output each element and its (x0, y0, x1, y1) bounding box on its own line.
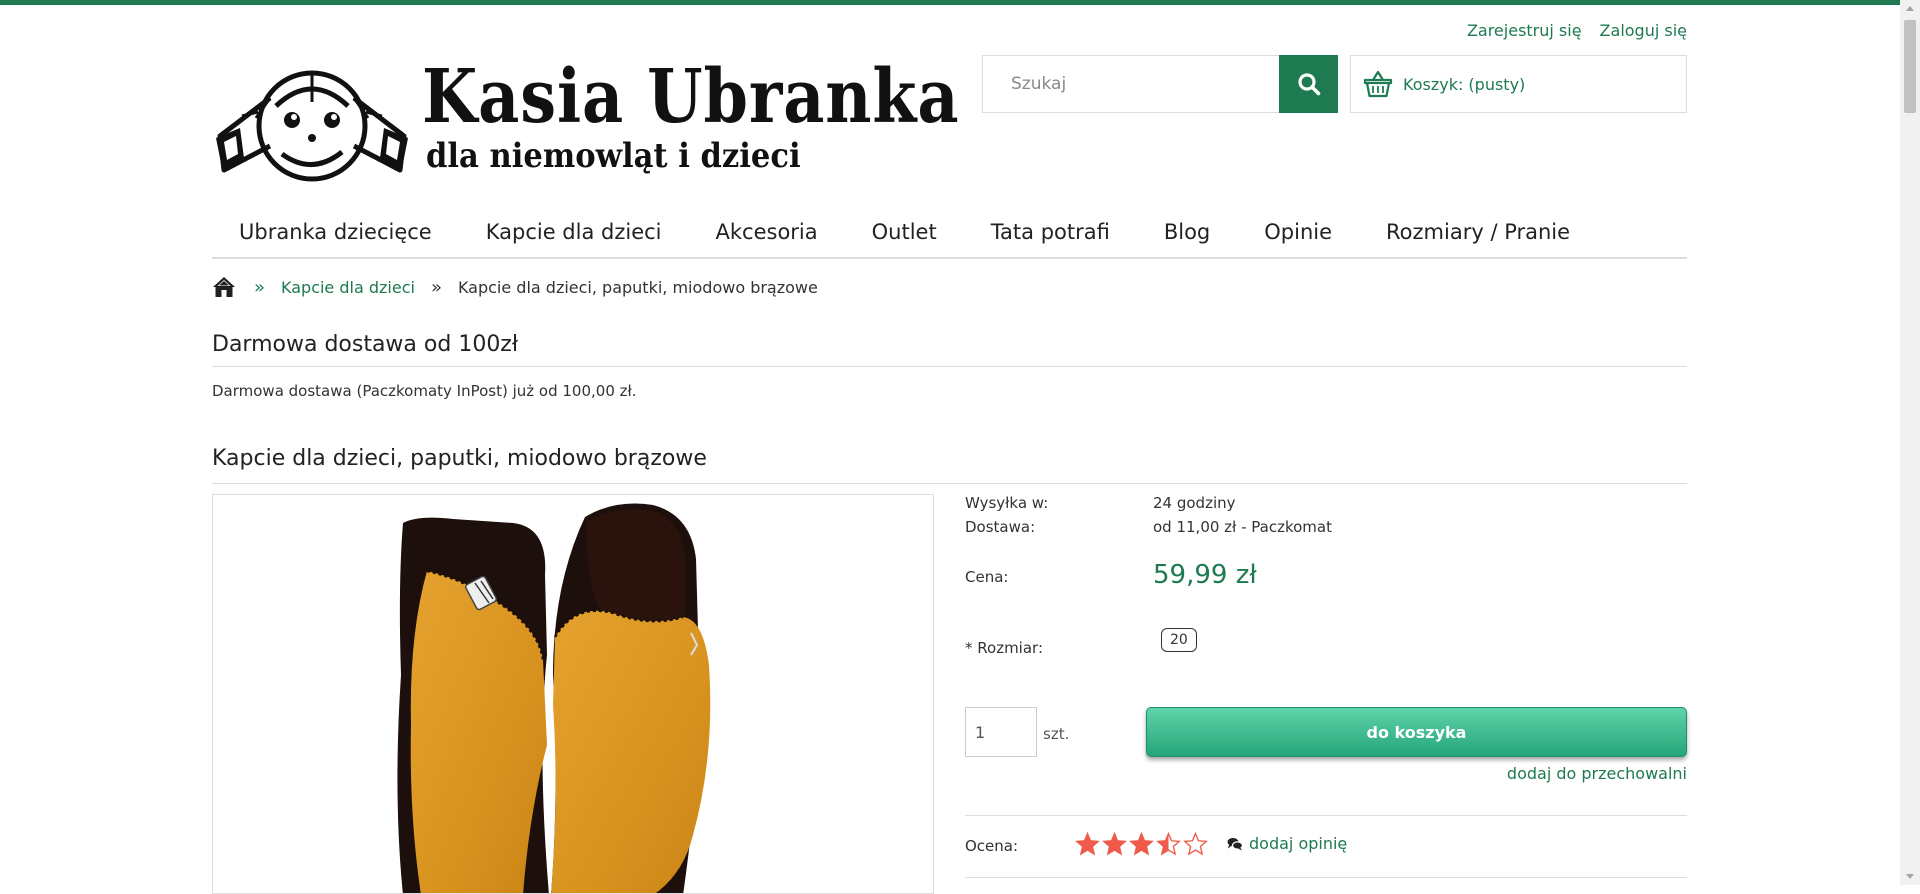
star-icon[interactable] (1129, 832, 1154, 856)
free-shipping-text: Darmowa dostawa (Paczkomaty InPost) już … (212, 382, 637, 400)
site-logo[interactable]: Kasia Ubranka dla niemowląt i dzieci (212, 54, 959, 182)
account-links: Zarejestruj się Zaloguj się (1467, 21, 1687, 40)
page-container: Zarejestruj się Zaloguj się Kasia Ubrank… (212, 0, 1687, 894)
product-title: Kapcie dla dzieci, paputki, miodowo brąz… (212, 446, 1687, 484)
price-label: Cena: (965, 568, 1009, 586)
star-icon[interactable] (1075, 832, 1100, 856)
scrollbar-thumb[interactable] (1904, 20, 1916, 113)
add-to-cart-button[interactable]: do koszyka (1146, 707, 1687, 757)
scroll-up-arrow[interactable] (1906, 6, 1914, 11)
divider (965, 877, 1687, 878)
product-image[interactable] (212, 494, 934, 894)
login-link[interactable]: Zaloguj się (1600, 21, 1687, 40)
star-icon[interactable] (1102, 832, 1127, 856)
add-to-storage-link[interactable]: dodaj do przechowalni (1507, 764, 1687, 783)
product-photo-slippers (397, 503, 711, 893)
breadcrumb-category-link[interactable]: Kapcie dla dzieci (281, 278, 415, 297)
divider (965, 815, 1687, 816)
home-icon[interactable] (212, 276, 236, 298)
nav-item-blog[interactable]: Blog (1137, 212, 1237, 257)
nav-item-reviews[interactable]: Opinie (1237, 212, 1359, 257)
breadcrumb-current: Kapcie dla dzieci, paputki, miodowo brąz… (457, 277, 818, 297)
breadcrumb: » Kapcie dla dzieci » Kapcie dla dzieci,… (212, 276, 818, 298)
search-icon (1297, 73, 1320, 96)
nav-item-accessories[interactable]: Akcesoria (689, 212, 845, 257)
register-link[interactable]: Zarejestruj się (1467, 21, 1582, 40)
delivery-label: Dostawa: (965, 518, 1036, 536)
cart-label: Koszyk: (pusty) (1403, 74, 1526, 94)
quantity-input[interactable] (965, 707, 1037, 757)
size-label: * Rozmiar: (965, 639, 1043, 657)
add-review-link[interactable]: dodaj opinię (1227, 834, 1347, 853)
main-navigation: Ubranka dziecięce Kapcie dla dzieci Akce… (212, 212, 1687, 259)
basket-icon (1363, 69, 1393, 99)
add-review-label: dodaj opinię (1249, 834, 1348, 853)
shipping-value: 24 godziny (1153, 494, 1236, 512)
logo-girl-face-icon (216, 70, 408, 182)
shipping-label: Wysyłka w: (965, 494, 1049, 512)
free-shipping-title: Darmowa dostawa od 100zł (212, 332, 1687, 367)
search-input[interactable] (983, 56, 1279, 112)
price-value: 59,99 zł (1153, 560, 1257, 590)
logo-title: Kasia Ubranka (422, 54, 960, 140)
delivery-value: od 11,00 zł - Paczkomat (1153, 518, 1332, 536)
breadcrumb-separator: » (254, 276, 266, 298)
logo-subtitle: dla niemowląt i dzieci (426, 136, 801, 176)
rating-label: Ocena: (965, 837, 1019, 855)
nav-item-outlet[interactable]: Outlet (845, 212, 964, 257)
nav-item-slippers[interactable]: Kapcie dla dzieci (459, 212, 689, 257)
page-scrollbar[interactable] (1900, 0, 1920, 885)
search-box (982, 55, 1338, 113)
search-button[interactable] (1279, 55, 1338, 113)
size-option[interactable]: 20 (1161, 628, 1197, 652)
cart-widget[interactable]: Koszyk: (pusty) (1350, 55, 1687, 113)
nav-item-clothes[interactable]: Ubranka dziecięce (212, 212, 459, 257)
star-icon[interactable] (1183, 832, 1208, 856)
star-icon[interactable] (1156, 832, 1181, 856)
quantity-unit: szt. (1043, 725, 1070, 743)
nav-item-sizes[interactable]: Rozmiary / Pranie (1359, 212, 1597, 257)
breadcrumb-separator: » (430, 276, 442, 298)
rating-stars[interactable] (1075, 832, 1208, 856)
comments-icon (1227, 837, 1243, 850)
scroll-down-arrow[interactable] (1906, 874, 1914, 879)
nav-item-dad-can[interactable]: Tata potrafi (964, 212, 1137, 257)
